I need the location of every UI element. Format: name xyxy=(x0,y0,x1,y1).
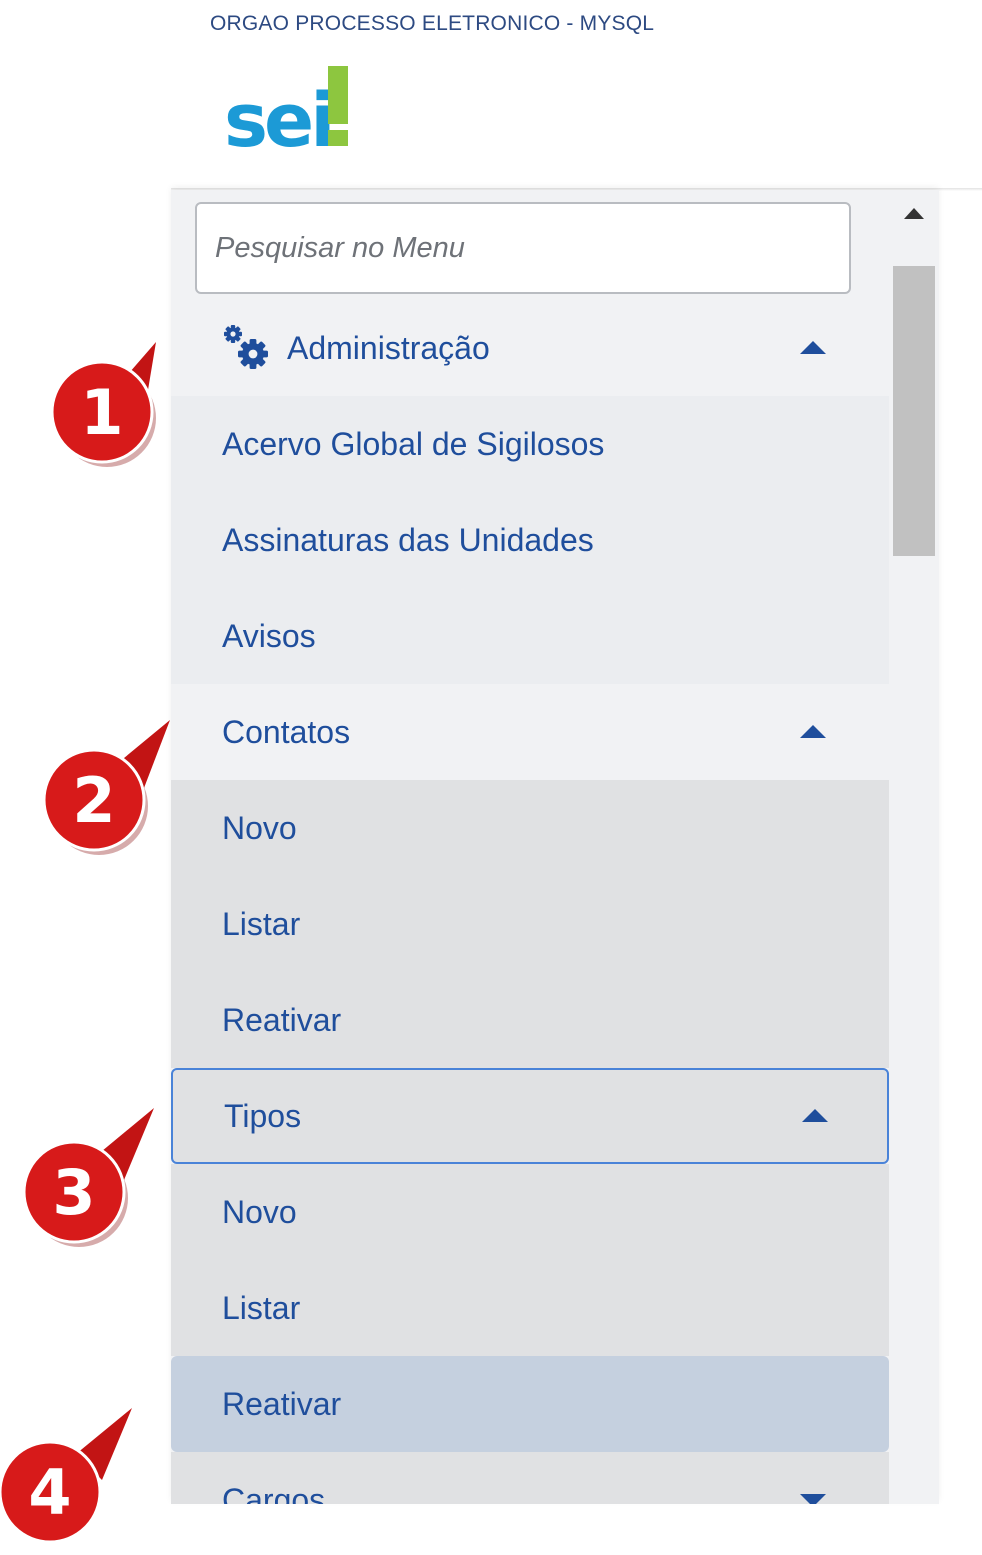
callout-badge-2: 2 xyxy=(20,708,170,858)
menu-item-cargos[interactable]: Cargos xyxy=(171,1452,889,1504)
callout-number: 2 xyxy=(72,764,115,837)
callout-number: 3 xyxy=(52,1156,95,1229)
scrollbar-thumb[interactable] xyxy=(893,266,935,556)
menu-item-avisos[interactable]: Avisos xyxy=(171,588,889,684)
callout-badge-4: 4 xyxy=(0,1400,132,1550)
side-menu: Administração Acervo Global de Sigilosos… xyxy=(171,190,939,1504)
menu-item-assinaturas-unidades[interactable]: Assinaturas das Unidades xyxy=(171,492,889,588)
caret-down-icon[interactable] xyxy=(800,1494,826,1504)
menu-item-tipos-listar[interactable]: Listar xyxy=(171,1260,889,1356)
menu-item-tipos[interactable]: Tipos xyxy=(171,1068,889,1164)
menu-item-label: Cargos xyxy=(222,1481,326,1505)
gears-icon xyxy=(224,325,268,369)
scroll-up-arrow-icon[interactable] xyxy=(904,208,924,219)
caret-up-icon[interactable] xyxy=(800,725,826,738)
logo-mark-dot xyxy=(328,130,348,146)
logo-mark-bar xyxy=(328,66,348,124)
callout-badge-3: 3 xyxy=(0,1100,154,1250)
menu-item-tipos-reativar[interactable]: Reativar xyxy=(171,1356,889,1452)
menu-item-label: Reativar xyxy=(222,1385,342,1422)
menu-item-administracao[interactable]: Administração xyxy=(171,300,889,396)
menu-item-label: Acervo Global de Sigilosos xyxy=(222,425,605,462)
menu-item-contatos-novo[interactable]: Novo xyxy=(171,780,889,876)
logo-letters: sei xyxy=(224,78,332,154)
menu-item-label: Administração xyxy=(287,329,490,366)
menu-search-box[interactable] xyxy=(195,202,851,294)
menu-item-label: Listar xyxy=(222,905,301,942)
menu-item-tipos-novo[interactable]: Novo xyxy=(171,1164,889,1260)
menu-item-contatos-reativar[interactable]: Reativar xyxy=(171,972,889,1068)
menu-item-label: Listar xyxy=(222,1289,301,1326)
menu-item-label: Reativar xyxy=(222,1001,342,1038)
menu-item-label: Contatos xyxy=(222,713,351,750)
menu-item-contatos[interactable]: Contatos xyxy=(171,684,889,780)
caret-up-icon[interactable] xyxy=(800,341,826,354)
sei-logo[interactable]: sei xyxy=(224,62,364,154)
organization-title: ORGAO PROCESSO ELETRONICO - MYSQL xyxy=(210,12,655,35)
menu-item-contatos-listar[interactable]: Listar xyxy=(171,876,889,972)
callout-badge-1: 1 xyxy=(28,320,178,470)
callout-number: 4 xyxy=(28,1456,71,1529)
menu-item-label: Tipos xyxy=(224,1097,302,1134)
caret-up-icon[interactable] xyxy=(802,1109,828,1122)
callout-number: 1 xyxy=(80,376,123,449)
menu-item-label: Avisos xyxy=(222,617,316,654)
menu-item-label: Novo xyxy=(222,1193,297,1230)
menu-item-acervo-global[interactable]: Acervo Global de Sigilosos xyxy=(171,396,889,492)
menu-search-input[interactable] xyxy=(197,204,849,292)
menu-item-label: Novo xyxy=(222,809,297,846)
menu-item-label: Assinaturas das Unidades xyxy=(222,521,594,558)
